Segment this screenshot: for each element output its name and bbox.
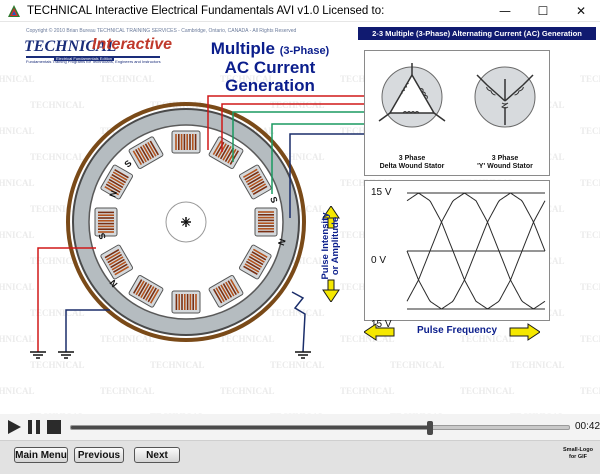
stator-types-panel: 3 Phase Delta Wound Stator 3 Phase 'Y' W… — [364, 50, 550, 176]
ground-wire-navy — [65, 309, 110, 352]
watermark-word: TECHNICAL — [460, 386, 515, 396]
maximize-button[interactable]: ☐ — [524, 0, 562, 22]
ground-icon — [295, 351, 311, 359]
x-axis-label: Pulse Frequency — [416, 325, 498, 336]
watermark-word: TECHNICAL — [580, 178, 600, 188]
maximize-icon: ☐ — [537, 4, 549, 18]
waveform-chart-panel: 15 V 0 V 15 V — [364, 180, 550, 330]
main-menu-button[interactable]: Main Menu — [14, 447, 68, 463]
delta-stator-diagram — [378, 63, 446, 128]
wye-stator-label: 3 Phase 'Y' Wound Stator — [477, 155, 533, 171]
seek-bar[interactable] — [70, 421, 570, 435]
previous-button[interactable]: Previous — [74, 447, 124, 463]
wye-stator-diagram — [474, 66, 536, 128]
lesson-header: 2-3 Multiple (3-Phase) Alternating Curre… — [358, 27, 596, 40]
minimize-button[interactable]: — — [486, 0, 524, 22]
pause-icon — [28, 420, 40, 434]
time-display: 00:42 — [575, 421, 600, 432]
app-icon — [8, 4, 20, 17]
next-button[interactable]: Next — [134, 447, 180, 463]
stop-button[interactable] — [44, 417, 64, 437]
y-axis-label-line2: or Amplitude — [330, 216, 341, 276]
navigation-bar: Main Menu Previous Next Small-Logo for G… — [0, 440, 600, 474]
app-window: TECHNICAL Interactive Electrical Fundame… — [0, 0, 600, 474]
close-button[interactable]: ✕ — [562, 0, 600, 22]
media-controls: 00:42 — [0, 414, 600, 440]
watermark-word: TECHNICAL — [580, 386, 600, 396]
window-controls: — ☐ ✕ — [486, 0, 600, 22]
pause-button[interactable] — [24, 417, 44, 437]
video-frame: TECHNICAL TECHNICAL TECHNICAL TECHNICAL TECH… — [0, 22, 600, 414]
ground-icon — [58, 351, 74, 359]
y-tick-middle: 0 V — [371, 255, 387, 266]
play-icon — [8, 420, 21, 434]
watermark-word: TECHNICAL — [580, 74, 600, 84]
y-tick-top: 15 V — [371, 187, 392, 198]
y-axis-label: Pulse Intensity or Amplitude — [320, 212, 341, 279]
seek-bar-fill — [71, 426, 430, 429]
watermark-word: TECHNICAL — [510, 360, 565, 370]
watermark-word: TECHNICAL — [580, 334, 600, 344]
watermark-word: TECHNICAL — [580, 282, 600, 292]
watermark-word: TECHNICAL — [390, 360, 445, 370]
generator-diagram: SNSNSN — [30, 95, 365, 359]
close-icon: ✕ — [575, 4, 587, 18]
ground-wire-right — [291, 291, 306, 353]
ground-icon — [30, 351, 46, 359]
watermark-word: TECHNICAL — [580, 230, 600, 240]
seek-thumb[interactable] — [426, 421, 433, 435]
waveform-chart — [406, 192, 546, 310]
small-logo-label: Small-Logo for GIF — [563, 447, 593, 460]
play-button[interactable] — [4, 417, 24, 437]
minimize-icon: — — [499, 4, 511, 18]
watermark-word: TECHNICAL — [580, 126, 600, 136]
title-bar[interactable]: TECHNICAL Interactive Electrical Fundame… — [0, 0, 600, 22]
rotor-axis-icon — [181, 217, 191, 227]
delta-stator-label: 3 Phase Delta Wound Stator — [379, 155, 445, 171]
stop-icon — [47, 420, 61, 434]
window-title: TECHNICAL Interactive Electrical Fundame… — [27, 4, 385, 17]
